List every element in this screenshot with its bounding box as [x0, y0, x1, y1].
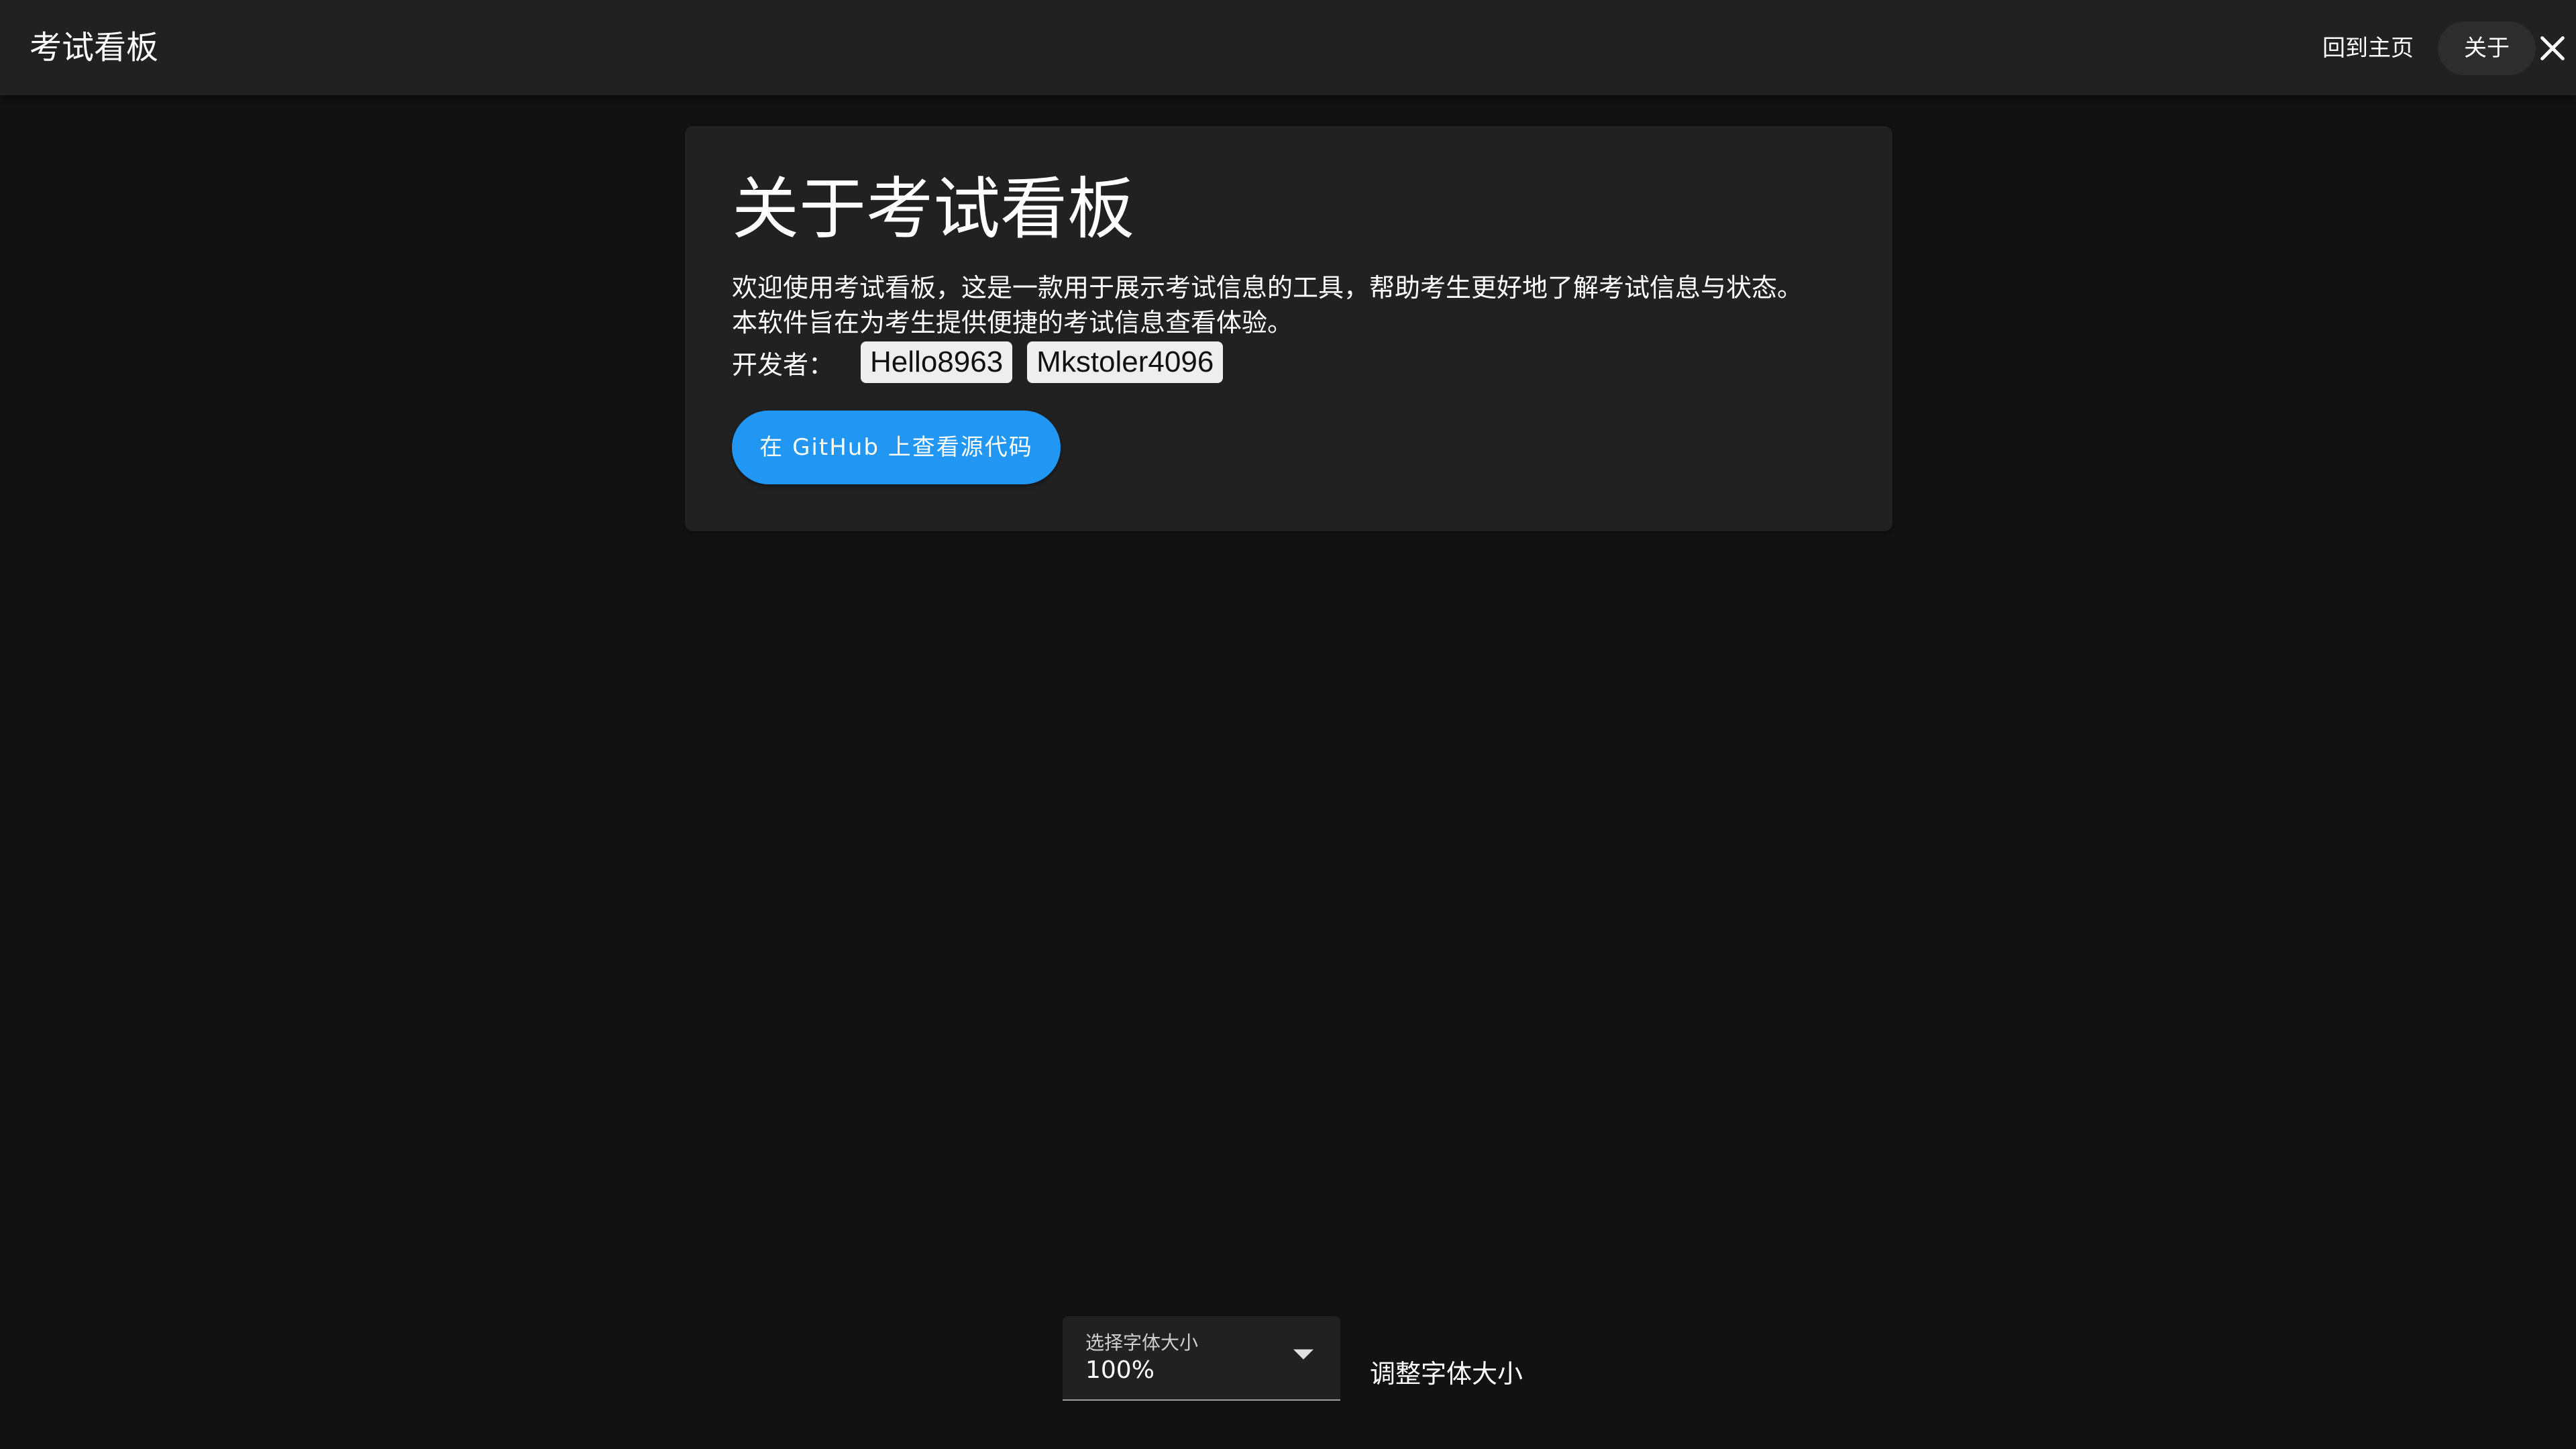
font-size-select-label: 选择字体大小 [1085, 1332, 1199, 1354]
developer-chip-mkstoler4096[interactable]: Mkstoler4096 [1027, 341, 1224, 383]
font-size-hint: 调整字体大小 [1370, 1359, 1523, 1389]
about-card: 关于考试看板 欢迎使用考试看板，这是一款用于展示考试信息的工具，帮助考生更好地了… [685, 126, 1892, 531]
arrow-drop-down-icon [1293, 1349, 1313, 1360]
developers-label: 开发者： [732, 350, 835, 380]
font-size-select-value: 100% [1085, 1356, 1155, 1384]
about-description-line-2: 本软件旨在为考生提供便捷的考试信息查看体验。 [732, 308, 1293, 337]
font-size-select[interactable]: 选择字体大小 100% [1063, 1316, 1340, 1401]
about-description-line-1: 欢迎使用考试看板，这是一款用于展示考试信息的工具，帮助考生更好地了解考试信息与状… [732, 273, 1803, 303]
developers-row: 开发者： Hello8963 Mkstoler4096 [732, 341, 1238, 384]
github-source-button[interactable]: 在 GitHub 上查看源代码 [732, 411, 1061, 484]
home-button[interactable]: 回到主页 [2308, 21, 2428, 75]
about-title: 关于考试看板 [732, 170, 1134, 248]
developer-chip-hello8963[interactable]: Hello8963 [861, 341, 1013, 383]
about-button[interactable]: 关于 [2438, 21, 2536, 75]
close-icon[interactable] [2537, 33, 2568, 64]
app-bar: 考试看板 回到主页 关于 [0, 0, 2576, 95]
app-title: 考试看板 [30, 29, 159, 66]
